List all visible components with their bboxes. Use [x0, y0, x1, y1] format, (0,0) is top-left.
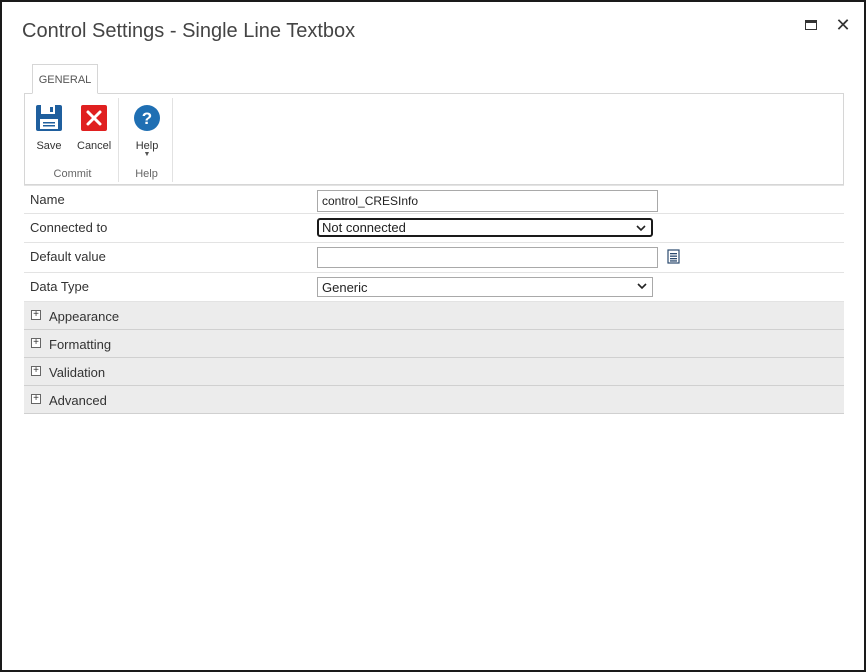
- cancel-icon: [81, 105, 108, 131]
- expand-icon: +: [31, 366, 41, 376]
- chevron-down-icon: [635, 220, 647, 239]
- section-validation[interactable]: + Validation: [24, 358, 844, 386]
- property-label: Default value: [30, 249, 106, 264]
- property-row-default-value: Default value: [24, 243, 844, 273]
- maximize-icon: [805, 20, 817, 30]
- ribbon-group-commit: Save Cancel Commit: [27, 98, 119, 182]
- property-label: Data Type: [30, 279, 90, 294]
- property-row-data-type: Data Type Generic: [24, 273, 844, 302]
- property-label: Connected to: [30, 220, 108, 235]
- maximize-button[interactable]: [800, 14, 822, 36]
- help-icon: ?: [134, 105, 160, 131]
- chevron-down-icon: ▼: [143, 151, 151, 158]
- cancel-button[interactable]: Cancel: [77, 104, 111, 152]
- connected-to-select[interactable]: Not connected: [317, 218, 653, 237]
- dialog-title: Control Settings - Single Line Textbox: [22, 20, 356, 42]
- section-formatting[interactable]: + Formatting: [24, 330, 844, 358]
- close-button[interactable]: ✕: [832, 14, 854, 36]
- name-input[interactable]: control_CRESInfo: [317, 190, 658, 212]
- ribbon-group-help: ? Help ▼ Help: [121, 98, 173, 182]
- save-label: Save: [36, 140, 62, 152]
- close-icon: ✕: [835, 14, 851, 35]
- expand-icon: +: [31, 338, 41, 348]
- tab-general[interactable]: GENERAL: [32, 64, 98, 94]
- save-icon: [36, 105, 62, 131]
- property-label: Name: [30, 192, 65, 207]
- section-label: Advanced: [49, 393, 107, 408]
- svg-text:?: ?: [142, 109, 152, 128]
- property-row-connected-to: Connected to Not connected: [24, 214, 844, 243]
- chevron-down-icon: [636, 278, 648, 297]
- property-row-name: Name control_CRESInfo: [24, 185, 844, 214]
- ribbon-group-label: Commit: [53, 168, 92, 180]
- control-settings-dialog: Control Settings - Single Line Textbox ✕…: [0, 0, 866, 672]
- default-value-input[interactable]: [317, 247, 658, 268]
- section-label: Validation: [49, 365, 106, 380]
- ribbon: Save Cancel Commit ? Help ▼ Help: [24, 93, 844, 185]
- section-label: Formatting: [49, 337, 112, 352]
- data-type-select[interactable]: Generic: [317, 277, 653, 297]
- ribbon-group-label: Help: [135, 168, 158, 180]
- properties-panel: Name control_CRESInfo Connected to Not c…: [24, 185, 844, 414]
- help-button[interactable]: ? Help ▼: [133, 104, 161, 158]
- section-appearance[interactable]: + Appearance: [24, 302, 844, 330]
- data-type-value: Generic: [322, 280, 368, 295]
- lookup-icon[interactable]: [667, 249, 681, 270]
- expand-icon: +: [31, 394, 41, 404]
- expand-icon: +: [31, 310, 41, 320]
- section-advanced[interactable]: + Advanced: [24, 386, 844, 414]
- section-label: Appearance: [49, 309, 120, 324]
- connected-to-value: Not connected: [322, 220, 406, 235]
- save-button[interactable]: Save: [35, 104, 63, 152]
- cancel-label: Cancel: [77, 140, 112, 152]
